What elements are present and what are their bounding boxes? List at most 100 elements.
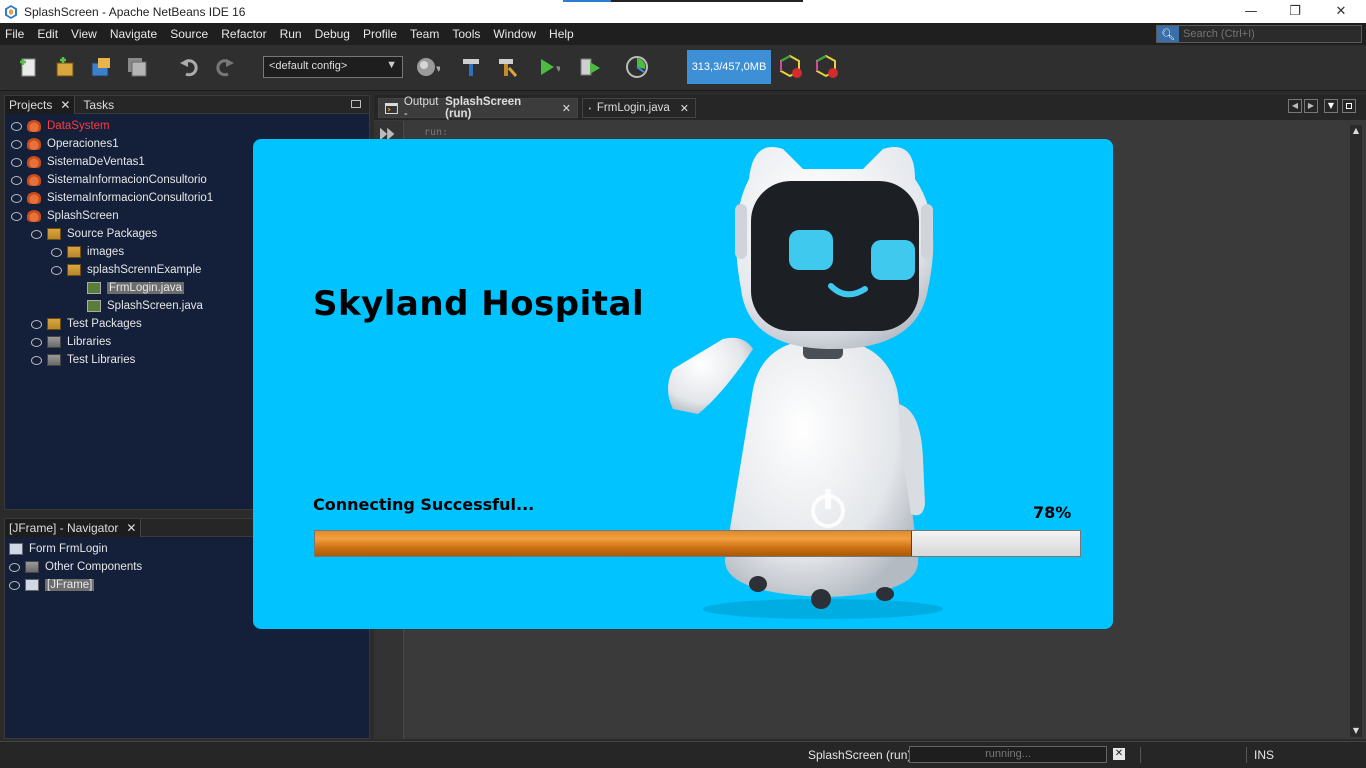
tree-node-label: Operaciones1 [47, 138, 119, 150]
tree-node[interactable]: SplashScreen [11, 207, 119, 225]
debug-project-icon[interactable]: ▼ [578, 54, 604, 80]
undo-icon[interactable] [176, 54, 202, 80]
tree-node[interactable]: Source Packages [31, 225, 157, 243]
expand-toggle-icon[interactable] [11, 157, 22, 167]
close-icon[interactable]: ✕ [60, 98, 70, 112]
menu-navigate[interactable]: Navigate [110, 27, 157, 41]
tab-output-label: SplashScreen (run) [445, 96, 522, 120]
menu-debug[interactable]: Debug [315, 27, 350, 41]
maximize-window-icon[interactable] [1342, 99, 1356, 113]
gc-hexagon-stop-icon[interactable] [814, 54, 840, 80]
tree-node[interactable]: FrmLogin.java [71, 279, 184, 297]
navigator-node-label: Form FrmLogin [29, 543, 108, 555]
menu-tools[interactable]: Tools [452, 27, 480, 41]
menu-refactor[interactable]: Refactor [221, 27, 266, 41]
tree-node[interactable]: splashScrennExample [51, 261, 201, 279]
expand-toggle-icon[interactable] [51, 247, 62, 257]
new-project-icon[interactable] [52, 54, 78, 80]
run-project-icon[interactable]: ▼ [534, 54, 560, 80]
running-task-label[interactable]: SplashScreen (run) [808, 748, 911, 762]
project-icon [27, 192, 41, 204]
svg-text:▼: ▼ [556, 65, 560, 73]
expand-toggle-icon[interactable] [11, 139, 22, 149]
navigator-node[interactable]: Other Components [9, 558, 142, 576]
restore-button[interactable]: ❐ [1272, 0, 1318, 23]
loading-progress-bar [314, 530, 1081, 557]
minimize-panel-icon[interactable] [351, 100, 361, 108]
scroll-up-icon[interactable]: ▲ [1350, 125, 1362, 137]
package-icon [67, 264, 81, 276]
menu-run[interactable]: Run [280, 27, 302, 41]
tree-node[interactable]: Operaciones1 [11, 135, 119, 153]
menu-source[interactable]: Source [170, 27, 208, 41]
cancel-process-icon[interactable]: ✕ [1113, 748, 1125, 760]
memory-indicator[interactable]: 313,3/457,0MB [687, 50, 771, 84]
close-icon[interactable]: ✕ [562, 102, 571, 115]
tree-node[interactable]: images [51, 243, 124, 261]
expand-toggle-icon[interactable] [51, 265, 62, 275]
tree-node[interactable]: Test Libraries [31, 351, 135, 369]
expand-toggle-icon[interactable] [11, 175, 22, 185]
open-project-icon[interactable] [88, 54, 114, 80]
expand-toggle-icon[interactable] [31, 337, 42, 347]
scroll-down-icon[interactable]: ▼ [1350, 725, 1362, 737]
tab-list-icon[interactable]: ▼ [1324, 99, 1338, 113]
minimize-button[interactable]: — [1228, 0, 1274, 23]
expand-toggle-icon[interactable] [31, 355, 42, 365]
tree-node[interactable]: Test Packages [31, 315, 142, 333]
expand-toggle-icon[interactable] [9, 562, 20, 572]
expand-toggle-icon[interactable] [31, 229, 42, 239]
config-select-value: <default config> [269, 60, 348, 72]
tree-node[interactable]: SplashScreen.java [71, 297, 203, 315]
tab-output[interactable]: Output - SplashScreen (run) ✕ [378, 96, 578, 120]
tree-node[interactable]: DataSystem [11, 117, 110, 135]
tree-node[interactable]: SistemaDeVentas1 [11, 153, 145, 171]
build-hammer-icon[interactable] [458, 54, 484, 80]
close-window-button[interactable]: ✕ [1318, 0, 1364, 23]
navigator-node[interactable]: Form FrmLogin [9, 540, 108, 558]
redo-icon[interactable] [212, 54, 238, 80]
close-icon[interactable]: ✕ [126, 521, 136, 535]
tree-node[interactable]: SistemaInformacionConsultorio [11, 171, 207, 189]
tab-projects[interactable]: Projects ✕ [5, 95, 76, 114]
scroll-tabs-right-icon[interactable]: ▶ [1304, 99, 1318, 113]
config-select[interactable]: <default config> ▼ [263, 56, 403, 78]
tree-node[interactable]: Libraries [31, 333, 111, 351]
menu-edit[interactable]: Edit [37, 27, 58, 41]
menu-profile[interactable]: Profile [363, 27, 397, 41]
toolbar: <default config> ▼ ▼ ▼ ▼ 313,3/457,0MB [0, 45, 1366, 91]
tab-frmlogin[interactable]: FrmLogin.java ✕ [582, 98, 696, 118]
expand-toggle-icon[interactable] [11, 211, 22, 221]
new-file-icon[interactable] [16, 54, 42, 80]
menu-help[interactable]: Help [549, 27, 574, 41]
close-icon[interactable]: ✕ [680, 102, 689, 115]
search-box[interactable]: 🔍︎ [1156, 25, 1362, 43]
tree-node-label: SistemaInformacionConsultorio1 [47, 192, 214, 204]
tree-node-label: SplashScreen.java [107, 300, 203, 312]
tab-navigator[interactable]: [JFrame] - Navigator ✕ [5, 518, 142, 537]
form-icon [9, 543, 23, 555]
save-all-icon[interactable] [124, 54, 150, 80]
output-scrollbar[interactable]: ▲ ▼ [1350, 125, 1362, 737]
scroll-tabs-left-icon[interactable]: ◀ [1288, 99, 1302, 113]
search-input[interactable] [1183, 28, 1353, 40]
projects-panel-header: Projects ✕ Tasks [5, 95, 369, 114]
tab-tasks[interactable]: Tasks [79, 98, 118, 112]
navigator-node[interactable]: [JFrame] [9, 576, 95, 594]
menu-team[interactable]: Team [410, 27, 439, 41]
gc-hexagon-icon[interactable] [778, 54, 804, 80]
tree-node[interactable]: SistemaInformacionConsultorio1 [11, 189, 213, 207]
globe-icon[interactable]: ▼ [414, 54, 440, 80]
expand-toggle-icon[interactable] [11, 193, 22, 203]
menu-view[interactable]: View [71, 27, 97, 41]
tree-node-label: splashScrennExample [87, 264, 202, 276]
menu-file[interactable]: File [5, 27, 24, 41]
search-icon[interactable]: 🔍︎ [1157, 26, 1179, 42]
expand-toggle-icon[interactable] [31, 319, 42, 329]
progress-percent: 78% [1033, 503, 1072, 522]
expand-toggle-icon[interactable] [9, 580, 20, 590]
clean-build-icon[interactable] [494, 54, 520, 80]
profile-project-icon[interactable] [624, 54, 650, 80]
expand-toggle-icon[interactable] [11, 121, 22, 131]
menu-window[interactable]: Window [493, 27, 536, 41]
